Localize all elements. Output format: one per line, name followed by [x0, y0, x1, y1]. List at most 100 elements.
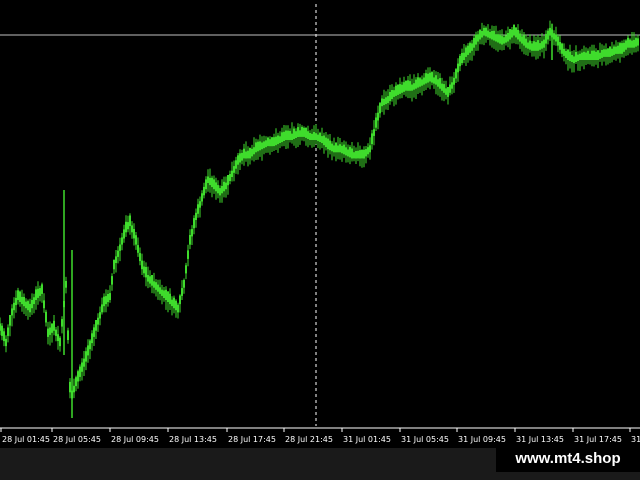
candle-body [169, 293, 171, 305]
candle-body [3, 331, 5, 342]
candle-body [605, 49, 607, 57]
candle-body [105, 296, 107, 305]
candle-body [191, 229, 193, 237]
candle-body [599, 52, 601, 59]
candle-body [611, 48, 613, 56]
candle-body [541, 41, 543, 49]
candle-body [311, 133, 313, 140]
candle-body [347, 149, 349, 157]
candle-body [9, 315, 11, 326]
candle-body [437, 79, 439, 87]
candle-body [463, 52, 465, 60]
candle-body [11, 308, 13, 316]
candle-body [129, 215, 131, 227]
candle-body [13, 302, 15, 311]
candle-body [59, 337, 61, 347]
candle-body [465, 47, 467, 57]
candle-body [613, 46, 615, 55]
candle-body [91, 333, 93, 344]
candle-body [441, 83, 443, 91]
candle-body [359, 150, 361, 159]
candle-body [313, 132, 315, 140]
candle-body [103, 296, 105, 307]
candle-body [95, 320, 97, 331]
candle-body [7, 327, 9, 336]
candle-body [209, 177, 211, 186]
candle-body [77, 371, 79, 382]
candle-body [557, 36, 559, 46]
candle-body [487, 30, 489, 38]
candle-body [453, 77, 455, 85]
candle-body [483, 27, 485, 36]
candle-body [101, 304, 103, 313]
candle-body [315, 133, 317, 140]
price-chart[interactable]: 28 Jul 01:45 28 Jul 05:45 28 Jul 09:45 28 J… [0, 0, 640, 480]
candle-body [305, 127, 307, 138]
candles-group [0, 20, 639, 418]
candle-body [55, 329, 57, 336]
candle-body [343, 144, 345, 155]
candle-body [127, 222, 129, 230]
candle-body [497, 34, 499, 43]
candle-body [69, 381, 71, 393]
candle-body [33, 297, 35, 305]
candle-body [21, 296, 23, 305]
candle-body [445, 88, 447, 95]
candle-body [421, 79, 423, 86]
watermark: www.mt4.shop [496, 444, 640, 472]
candle-body [423, 77, 425, 85]
chart-canvas[interactable]: 28 Jul 01:45 28 Jul 05:45 28 Jul 09:45 28 J… [0, 0, 640, 480]
candle-body [67, 330, 69, 340]
candle-body [51, 323, 53, 333]
candle-body [579, 53, 581, 60]
candle-body [393, 90, 395, 97]
candle-body [573, 56, 575, 64]
candle-body [37, 288, 39, 298]
candle-body [399, 84, 401, 94]
candle-body [247, 150, 249, 159]
candle-body [637, 38, 639, 46]
candle-body [629, 39, 631, 48]
candle-body [511, 29, 513, 38]
candle-body [519, 33, 521, 42]
candle-body [203, 186, 205, 196]
candle-body [495, 34, 497, 42]
candle-body [609, 46, 611, 57]
candle-body [149, 276, 151, 284]
candle-body [193, 218, 195, 229]
candle-body [197, 204, 199, 214]
candle-body [135, 235, 137, 245]
candle-body [5, 338, 7, 347]
candle-body [623, 42, 625, 52]
candle-body [45, 311, 47, 323]
candle-body [325, 137, 327, 148]
candle-body [547, 30, 549, 40]
candle-body [571, 55, 573, 62]
candle-body [535, 42, 537, 51]
candle-body [213, 179, 215, 190]
candle-body [405, 80, 407, 91]
candle-body [537, 40, 539, 51]
candle-body [85, 351, 87, 362]
candle-body [345, 147, 347, 156]
candle-body [373, 129, 375, 136]
candle-body [211, 177, 213, 188]
candle-body [451, 82, 453, 89]
candle-body [43, 300, 45, 309]
candle-body [379, 103, 381, 114]
candle-body [1, 325, 3, 336]
candle-body [517, 30, 519, 40]
candle-body [261, 142, 263, 150]
candle-body [375, 117, 377, 128]
x-tick-label: 31 Jul 13:45 [516, 435, 564, 444]
candle-body [293, 128, 295, 139]
candle-body [265, 140, 267, 148]
candle-body [545, 33, 547, 44]
x-tick-label: 31 Jul 17:45 [574, 435, 622, 444]
candle-body [283, 131, 285, 141]
candle-body [307, 131, 309, 139]
candle-body [239, 153, 241, 163]
candle-body [157, 284, 159, 292]
candle-body [187, 250, 189, 259]
candle-body [183, 280, 185, 288]
